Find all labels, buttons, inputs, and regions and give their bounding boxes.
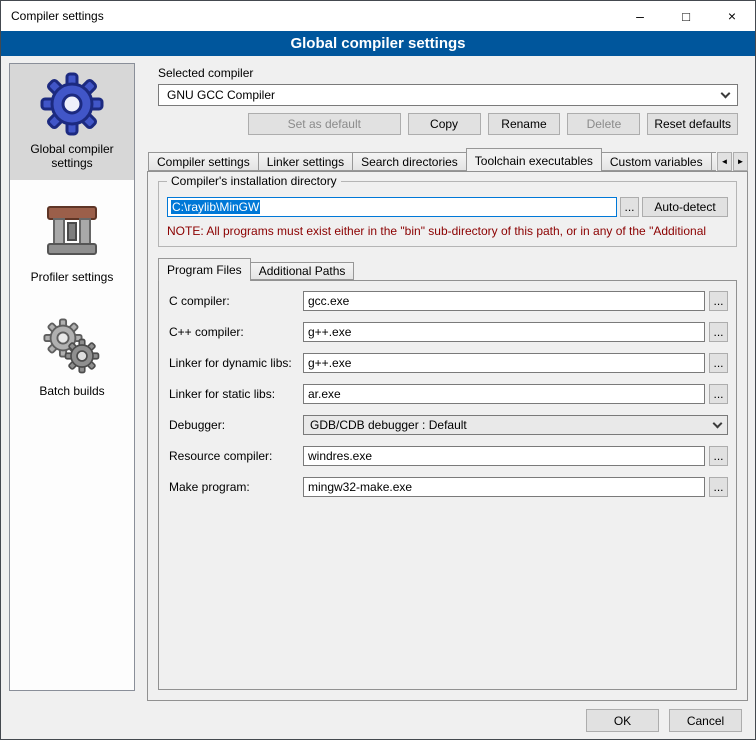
debugger-select[interactable]: GDB/CDB debugger : Default <box>303 415 728 435</box>
arrow-right-icon: ► <box>737 157 745 166</box>
maximize-icon: □ <box>682 9 690 24</box>
dynamic-linker-browse-button[interactable]: ... <box>709 353 728 373</box>
tab-scroll-left-button[interactable]: ◄ <box>717 152 732 171</box>
form-row: Resource compiler: ... <box>169 446 730 466</box>
tab-compiler-settings[interactable]: Compiler settings <box>148 152 259 171</box>
form-row: C++ compiler: ... <box>169 322 730 342</box>
debugger-select-value: GDB/CDB debugger : Default <box>310 418 467 432</box>
tab-scroll-arrows: ◄ ► <box>717 152 748 171</box>
tab-linker-settings[interactable]: Linker settings <box>258 152 353 171</box>
set-as-default-button: Set as default <box>248 113 401 135</box>
cpp-compiler-label: C++ compiler: <box>169 325 303 339</box>
tab-custom-variables[interactable]: Custom variables <box>601 152 712 171</box>
static-linker-label: Linker for static libs: <box>169 387 303 401</box>
install-dir-input[interactable]: C:\raylib\MinGW <box>167 197 617 217</box>
rename-button[interactable]: Rename <box>488 113 561 135</box>
form-row: Linker for static libs: ... <box>169 384 730 404</box>
install-dir-note: NOTE: All programs must exist either in … <box>167 224 735 238</box>
ok-button[interactable]: OK <box>586 709 659 732</box>
toolchain-executables-panel: Compiler's installation directory C:\ray… <box>147 171 748 701</box>
program-tab-strip: Program Files Additional Paths <box>158 258 353 280</box>
sidebar-item-global-compiler-settings[interactable]: Global compiler settings <box>10 64 134 180</box>
dialog-header: Global compiler settings <box>1 31 755 56</box>
install-dir-group-title: Compiler's installation directory <box>167 174 341 188</box>
window-title: Compiler settings <box>1 9 104 23</box>
dynamic-linker-label: Linker for dynamic libs: <box>169 356 303 370</box>
sidebar-item-label: Global compiler settings <box>12 142 132 170</box>
minimize-button[interactable]: – <box>617 1 663 31</box>
install-dir-row: C:\raylib\MinGW ... Auto-detect <box>167 197 728 217</box>
sidebar-item-profiler-settings[interactable]: Profiler settings <box>10 192 134 294</box>
cancel-button[interactable]: Cancel <box>669 709 742 732</box>
static-linker-browse-button[interactable]: ... <box>709 384 728 404</box>
cpp-compiler-input[interactable] <box>303 322 705 342</box>
dynamic-linker-input[interactable] <box>303 353 705 373</box>
tab-scroll-right-button[interactable]: ► <box>733 152 748 171</box>
tab-program-files[interactable]: Program Files <box>158 258 251 281</box>
make-program-browse-button[interactable]: ... <box>709 477 728 497</box>
sidebar-item-batch-builds[interactable]: Batch builds <box>10 306 134 408</box>
resource-compiler-browse-button[interactable]: ... <box>709 446 728 466</box>
sidebar-item-label: Profiler settings <box>31 270 114 284</box>
window-controls: – □ × <box>617 1 755 31</box>
form-row: Linker for dynamic libs: ... <box>169 353 730 373</box>
chevron-down-icon <box>713 418 723 428</box>
c-compiler-browse-button[interactable]: ... <box>709 291 728 311</box>
selected-compiler-label: Selected compiler <box>158 66 253 80</box>
tab-search-directories[interactable]: Search directories <box>352 152 467 171</box>
close-button[interactable]: × <box>709 1 755 31</box>
titlebar: Compiler settings – □ × <box>1 1 755 31</box>
chevron-down-icon <box>721 88 731 98</box>
form-row: Debugger: GDB/CDB debugger : Default <box>169 415 730 435</box>
form-row: Make program: ... <box>169 477 730 497</box>
compiler-tab-strip: Compiler settings Linker settings Search… <box>148 148 716 171</box>
arrow-left-icon: ◄ <box>721 157 729 166</box>
tab-toolchain-executables[interactable]: Toolchain executables <box>466 148 602 171</box>
compiler-buttons-row: Set as default Copy Rename Delete Reset … <box>158 113 738 135</box>
minimize-icon: – <box>636 8 644 24</box>
make-program-input[interactable] <box>303 477 705 497</box>
maximize-button[interactable]: □ <box>663 1 709 31</box>
reset-defaults-button[interactable]: Reset defaults <box>647 113 738 135</box>
profiler-clamp-icon <box>40 200 104 264</box>
install-dir-browse-button[interactable]: ... <box>620 197 639 217</box>
copy-button[interactable]: Copy <box>408 113 481 135</box>
close-icon: × <box>728 8 736 24</box>
c-compiler-input[interactable] <box>303 291 705 311</box>
delete-button: Delete <box>567 113 640 135</box>
blue-gear-icon <box>40 72 104 136</box>
auto-detect-button[interactable]: Auto-detect <box>642 197 728 217</box>
compiler-select-value: GNU GCC Compiler <box>167 88 275 102</box>
resource-compiler-label: Resource compiler: <box>169 449 303 463</box>
static-linker-input[interactable] <box>303 384 705 404</box>
debugger-label: Debugger: <box>169 418 303 432</box>
resource-compiler-input[interactable] <box>303 446 705 466</box>
settings-sidebar: Global compiler settings Profiler settin… <box>9 63 135 691</box>
make-program-label: Make program: <box>169 480 303 494</box>
compiler-settings-window: Compiler settings – □ × Global compiler … <box>0 0 756 740</box>
form-row: C compiler: ... <box>169 291 730 311</box>
dialog-header-title: Global compiler settings <box>290 35 465 52</box>
compiler-select[interactable]: GNU GCC Compiler <box>158 84 738 106</box>
cpp-compiler-browse-button[interactable]: ... <box>709 322 728 342</box>
install-dir-value: C:\raylib\MinGW <box>171 200 260 214</box>
tab-additional-paths[interactable]: Additional Paths <box>250 262 355 280</box>
c-compiler-label: C compiler: <box>169 294 303 308</box>
batch-builds-gears-icon <box>40 314 104 378</box>
sidebar-item-label: Batch builds <box>39 384 104 398</box>
main-panel: Selected compiler GNU GCC Compiler Set a… <box>146 63 749 701</box>
program-files-panel: C compiler: ... C++ compiler: ... Linker… <box>158 280 737 690</box>
tab-build-options[interactable]: Buil <box>711 152 716 171</box>
install-dir-group: Compiler's installation directory C:\ray… <box>158 181 737 247</box>
